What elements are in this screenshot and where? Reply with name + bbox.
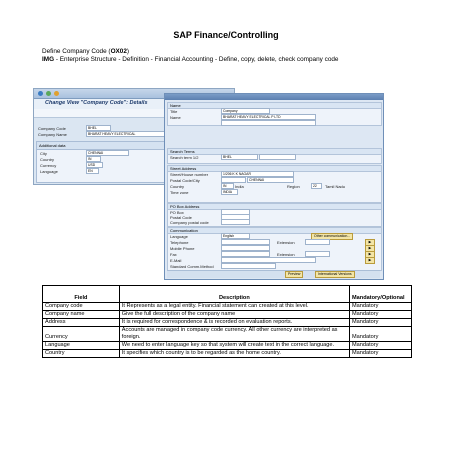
comm-language-label: Language xyxy=(170,234,188,239)
header-field: Field xyxy=(42,285,120,303)
cell-description: We need to enter language key so that sy… xyxy=(118,341,351,350)
cell-field: Address xyxy=(42,318,120,327)
fax-label: Fax xyxy=(170,252,177,257)
table-row: Country It specifies which country is to… xyxy=(42,349,412,358)
name-label: Name xyxy=(170,115,181,120)
cell-field: Country xyxy=(42,349,120,358)
std-comm-label: Standard Comm.Method xyxy=(170,264,214,269)
img-path: - Enterprise Structure - Definition - Fi… xyxy=(54,56,339,63)
search-term-1-input[interactable]: BHEL xyxy=(221,154,258,160)
save-icon[interactable] xyxy=(46,91,51,96)
address-dialog: Name Title Company Name BHARAT HEAVY ELE… xyxy=(164,93,384,280)
company-name-label: Company Name xyxy=(38,132,67,137)
table-row: Currency Accounts are managed in company… xyxy=(42,326,412,342)
cell-description: It is required for correspondence & is r… xyxy=(118,318,351,327)
cell-field: Company code xyxy=(42,302,120,311)
mobile-label: Mobile Phone xyxy=(170,246,195,251)
company-postal-label: Company postal code xyxy=(170,220,209,225)
cell-description: It Represents as a legal entity. Financi… xyxy=(118,302,351,311)
cell-field: Currency xyxy=(42,326,120,342)
region-label: Region xyxy=(287,184,300,189)
company-code-label: Company Code xyxy=(38,126,66,131)
city-label: City xyxy=(40,151,47,156)
enter-icon[interactable] xyxy=(38,91,43,96)
extension-label: Extension xyxy=(277,240,295,245)
country-label: Country xyxy=(170,184,185,189)
img-label: IMG xyxy=(42,56,55,63)
table-row: Company code It Represents as a legal en… xyxy=(42,302,412,311)
po-box-title: PO Box Address xyxy=(168,204,381,210)
cell-description: Accounts are managed in company code cur… xyxy=(118,326,351,342)
country-label: Country xyxy=(40,157,55,162)
back-icon[interactable] xyxy=(54,91,59,96)
language-input[interactable]: EN xyxy=(86,168,99,174)
intro-suffix: ) xyxy=(126,48,130,55)
intro-line-2: IMG - Enterprise Structure - Definition … xyxy=(42,56,412,64)
table-header-row: Field Description Mandatory/Optional xyxy=(42,285,412,303)
table-row: Address It is required for correspondenc… xyxy=(42,318,412,327)
table-row: Language We need to enter language key s… xyxy=(42,341,412,350)
header-description: Description xyxy=(118,285,351,303)
additional-data-title: Additional data xyxy=(37,142,165,150)
extension-input[interactable] xyxy=(305,239,330,245)
field-description-table: Field Description Mandatory/Optional Com… xyxy=(42,285,412,358)
search-term-label: Search term 1/2 xyxy=(170,155,199,160)
title-label: Title xyxy=(170,109,178,114)
cell-description: Give the full description of the company… xyxy=(118,310,351,319)
header-mandatory: Mandatory/Optional xyxy=(349,285,412,303)
city-input[interactable]: CHENNAI xyxy=(247,177,294,183)
email-label: E-Mail xyxy=(170,258,182,263)
cell-mandatory: Mandatory xyxy=(349,341,412,350)
currency-label: Currency xyxy=(40,163,57,168)
company-postal-input[interactable] xyxy=(221,219,250,225)
cell-mandatory: Mandatory xyxy=(349,318,412,327)
intro-text: Define Company Code (OX02) IMG - Enterpr… xyxy=(42,48,412,64)
cell-field: Language xyxy=(42,341,120,350)
intro-line-1: Define Company Code (OX02) xyxy=(42,48,412,56)
cell-mandatory: Mandatory xyxy=(349,349,412,358)
telephone-label: Telephone xyxy=(170,240,189,245)
region-input[interactable]: 22 xyxy=(311,183,322,189)
name-input-2[interactable] xyxy=(221,120,316,126)
cell-mandatory: Mandatory xyxy=(349,302,412,311)
email-more-button[interactable]: ▶ xyxy=(365,257,375,264)
cell-mandatory: Mandatory xyxy=(349,310,412,319)
name-section-title: Name xyxy=(168,103,381,109)
dialog-titlebar xyxy=(165,94,383,100)
timezone-input[interactable]: INDIA xyxy=(221,189,238,195)
page-title: SAP Finance/Controlling xyxy=(173,30,279,40)
postal-city-label: Postal Code/City xyxy=(170,178,200,183)
international-versions-button[interactable]: International Versions xyxy=(315,271,355,278)
intro-prefix: Define Company Code ( xyxy=(42,48,111,55)
cell-description: It specifies which country is to be rega… xyxy=(118,349,351,358)
region-name: Tamil Nadu xyxy=(325,184,346,189)
cell-field: Company name xyxy=(42,310,120,319)
language-label: Language xyxy=(40,169,58,174)
timezone-label: Time zone xyxy=(170,190,189,195)
search-term-2-input[interactable] xyxy=(259,154,296,160)
street-label: Street/House number xyxy=(170,172,209,177)
transaction-code: OX02 xyxy=(110,48,127,55)
preview-button[interactable]: Preview xyxy=(285,271,304,278)
window-header-title: Change View "Company Code": Details xyxy=(45,100,148,106)
company-name-input[interactable]: BHARAT HEAVY ELECTRICAL xyxy=(86,131,167,137)
cell-mandatory: Mandatory xyxy=(349,326,412,342)
std-comm-select[interactable] xyxy=(221,263,276,269)
table-row: Company name Give the full description o… xyxy=(42,310,412,319)
